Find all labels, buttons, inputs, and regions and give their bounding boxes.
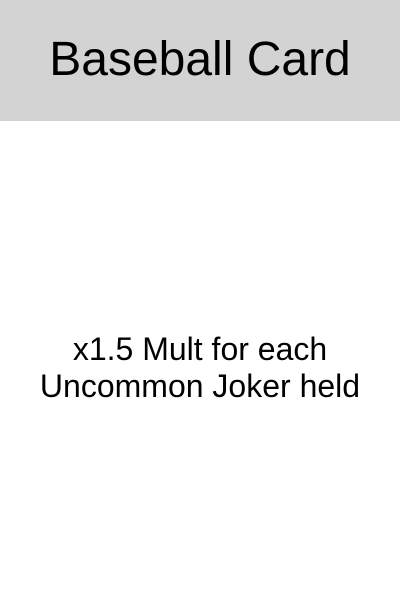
card-header: Baseball Card [0,0,400,121]
card-description-line-1: x1.5 Mult for each [72,331,328,367]
joker-card[interactable]: Baseball Card x1.5 Mult for each Uncommo… [0,0,400,600]
card-title: Baseball Card [49,32,351,86]
card-body: x1.5 Mult for each Uncommon Joker held [0,121,400,600]
card-description-line-2: Uncommon Joker held [39,368,361,404]
card-description: x1.5 Mult for each Uncommon Joker held [0,331,400,405]
